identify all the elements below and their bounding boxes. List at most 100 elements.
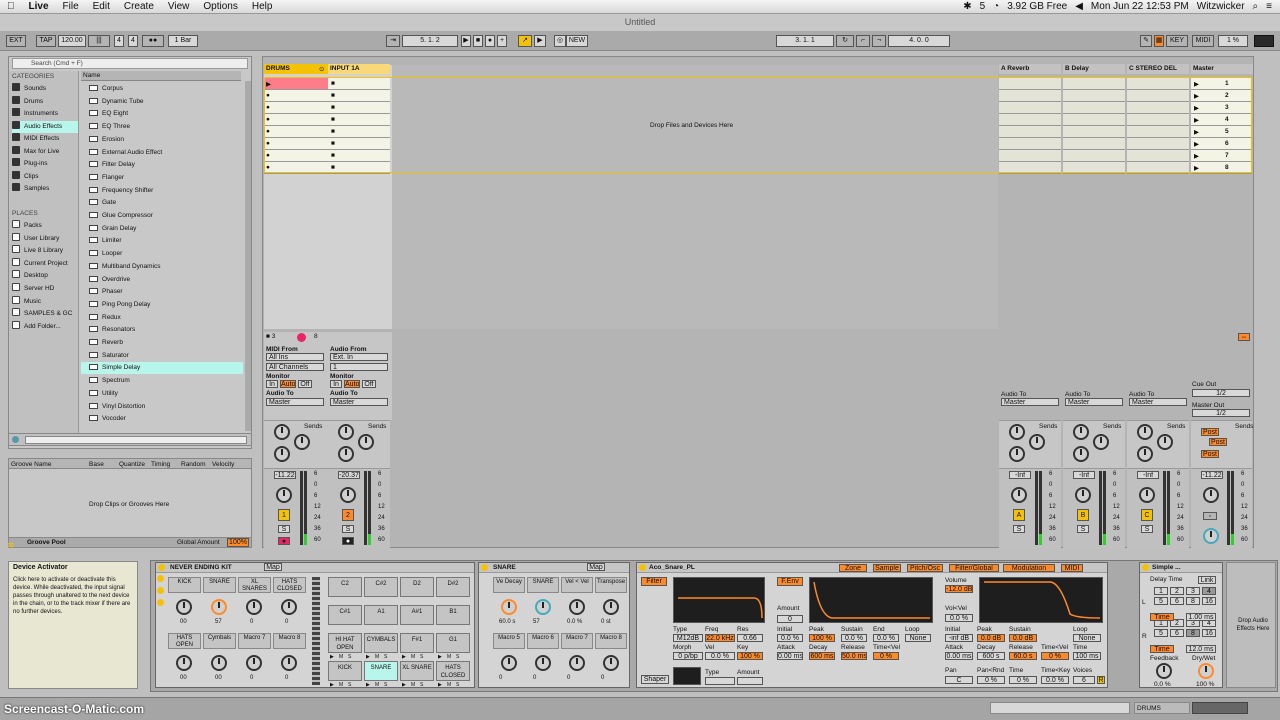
browser-scrollbar[interactable] bbox=[245, 81, 251, 431]
browser-item[interactable]: Corpus bbox=[81, 83, 243, 95]
snare-activator-icon[interactable] bbox=[481, 564, 488, 571]
input-clip-slot[interactable]: ■ bbox=[328, 114, 390, 126]
send-b-knob[interactable] bbox=[358, 434, 374, 450]
volume-readout[interactable]: -Inf bbox=[1137, 471, 1159, 479]
category-item[interactable]: Clips bbox=[12, 170, 78, 183]
drum-pad[interactable]: A#1 bbox=[400, 605, 434, 625]
drum-pad[interactable]: C#2 bbox=[364, 577, 398, 597]
drums-clip-slot[interactable]: ▶ bbox=[264, 78, 328, 90]
key-field[interactable]: 100 % bbox=[737, 652, 763, 660]
shaper-button[interactable]: Shaper bbox=[641, 675, 669, 684]
amp-peak-field[interactable]: 0.0 dB bbox=[977, 634, 1005, 642]
arrangement-position[interactable]: 5. 1. 2 bbox=[402, 35, 458, 47]
drum-pad[interactable]: CYMBALS bbox=[364, 633, 398, 653]
midi-map-button[interactable]: MIDI bbox=[1192, 35, 1214, 47]
slot-record-icon[interactable]: ● bbox=[266, 104, 270, 111]
amp-time-vel-field[interactable]: 0 % bbox=[1041, 652, 1069, 660]
tab-sample[interactable]: Sample bbox=[873, 564, 901, 572]
tab-pitch-osc[interactable]: Pitch/Osc bbox=[907, 564, 943, 572]
kit-macro-knob[interactable] bbox=[281, 599, 297, 615]
drums-clip-slot[interactable]: ● bbox=[264, 102, 328, 114]
scene-launch[interactable]: ▶ 5 bbox=[1191, 126, 1252, 138]
kit-macro-knob[interactable] bbox=[246, 655, 262, 671]
scene-launch[interactable]: ▶ 1 bbox=[1191, 78, 1252, 90]
stop-all-icon[interactable]: ■ 3 bbox=[266, 333, 275, 340]
drum-pad[interactable]: B1 bbox=[436, 605, 470, 625]
filter-env-toggle[interactable]: F.Env bbox=[777, 577, 803, 586]
category-item[interactable]: Samples bbox=[12, 183, 78, 195]
browser-item[interactable]: Erosion bbox=[81, 134, 243, 146]
place-item[interactable]: Live 8 Library bbox=[12, 245, 78, 257]
drums-clip-slot[interactable]: ● bbox=[264, 138, 328, 150]
rack-pad-icon[interactable] bbox=[157, 599, 164, 606]
place-item[interactable]: Packs bbox=[12, 220, 78, 232]
input-clip-slot[interactable]: ■ bbox=[328, 126, 390, 138]
browser-item[interactable]: Redux bbox=[81, 312, 243, 324]
filter-toggle[interactable]: Filter bbox=[641, 577, 667, 586]
pad-play-icon[interactable]: ▶ bbox=[366, 682, 370, 688]
cue-out-select[interactable]: 1/2 bbox=[1192, 389, 1250, 397]
slot-stop-icon[interactable]: ■ bbox=[331, 92, 335, 99]
solo-button[interactable]: S bbox=[342, 525, 354, 533]
vol-vel-field[interactable]: 0.0 % bbox=[945, 614, 973, 622]
scene-play-icon[interactable]: ▶ bbox=[1194, 116, 1199, 124]
slot-record-icon[interactable]: ● bbox=[266, 128, 270, 135]
post-toggle[interactable]: Post bbox=[1201, 450, 1219, 458]
delay-activator-icon[interactable] bbox=[1142, 564, 1149, 571]
user-name[interactable]: Witzwicker bbox=[1197, 1, 1245, 12]
master-out-select[interactable]: 1/2 bbox=[1192, 409, 1250, 417]
post-toggle[interactable]: Post bbox=[1201, 428, 1219, 436]
amp-loop-select[interactable]: None bbox=[1073, 634, 1101, 642]
pad-mute-button[interactable]: M bbox=[375, 682, 379, 688]
scene-play-icon[interactable]: ▶ bbox=[1194, 128, 1199, 136]
browser-item[interactable]: Overdrive bbox=[81, 274, 243, 286]
input-clip-slot[interactable]: ■ bbox=[328, 138, 390, 150]
amp-time-field[interactable]: 100 ms bbox=[1073, 652, 1101, 660]
battery-count[interactable]: 5 bbox=[980, 1, 986, 12]
menu-live[interactable]: Live bbox=[22, 1, 56, 12]
vel-field[interactable]: 0.0 % bbox=[705, 652, 735, 660]
menu-options[interactable]: Options bbox=[196, 1, 244, 12]
snare-macro-knob[interactable] bbox=[569, 655, 585, 671]
filter-curve-display[interactable] bbox=[673, 577, 765, 623]
delay-beat-button[interactable]: 6 bbox=[1170, 629, 1184, 637]
send-a-knob[interactable] bbox=[1073, 424, 1089, 440]
browser-item[interactable]: Saturator bbox=[81, 350, 243, 362]
computer-midi-icon[interactable]: ▦ bbox=[1154, 35, 1164, 47]
record-icon[interactable]: ● bbox=[485, 35, 495, 47]
browser-item[interactable]: Gate bbox=[81, 197, 243, 209]
volume-icon[interactable]: ◀ bbox=[1075, 1, 1083, 12]
slot-stop-icon[interactable]: ■ bbox=[331, 116, 335, 123]
send-c-knob[interactable] bbox=[1009, 446, 1025, 462]
send-a-knob[interactable] bbox=[338, 424, 354, 440]
time-field[interactable]: 0 % bbox=[1009, 676, 1037, 684]
pad-play-icon[interactable]: ▶ bbox=[330, 682, 334, 688]
decay-field[interactable]: 600 ms bbox=[809, 652, 835, 660]
automation-arm-icon[interactable]: ↗ bbox=[518, 35, 532, 47]
key-map-button[interactable]: KEY bbox=[1166, 35, 1188, 47]
return-a-header[interactable]: A Reverb bbox=[999, 64, 1061, 74]
snare-macro-knob[interactable] bbox=[535, 599, 551, 615]
return-c-header[interactable]: C STEREO DEL bbox=[1127, 64, 1189, 74]
snare-macro-knob[interactable] bbox=[501, 655, 517, 671]
menu-edit[interactable]: Edit bbox=[86, 1, 117, 12]
browser-item[interactable]: Ping Pong Delay bbox=[81, 299, 243, 311]
volume-readout[interactable]: -20.37 bbox=[338, 471, 360, 479]
initial-field[interactable]: 0.0 % bbox=[777, 634, 803, 642]
track-activator[interactable]: C bbox=[1141, 509, 1153, 521]
send-b-knob[interactable] bbox=[1093, 434, 1109, 450]
drums-clip-slot[interactable]: ● bbox=[264, 90, 328, 102]
volume-field[interactable]: -12.0 dB bbox=[945, 585, 973, 593]
browser-item[interactable]: Phaser bbox=[81, 286, 243, 298]
freq-field[interactable]: 22.0 kHz bbox=[705, 634, 735, 642]
send-a-knob[interactable] bbox=[1009, 424, 1025, 440]
drum-pad[interactable]: KICK bbox=[328, 661, 362, 681]
scene-play-icon[interactable]: ▶ bbox=[1194, 140, 1199, 148]
slot-stop-icon[interactable]: ■ bbox=[331, 152, 335, 159]
browser-item[interactable]: Simple Delay bbox=[81, 362, 243, 375]
loop-select[interactable]: None bbox=[905, 634, 931, 642]
browser-item[interactable]: Multiband Dynamics bbox=[81, 261, 243, 273]
pad-mute-button[interactable]: M bbox=[375, 654, 379, 660]
groove-icon[interactable]: ≋ bbox=[7, 541, 19, 550]
loop-length-field[interactable]: 4. 0. 0 bbox=[888, 35, 950, 47]
